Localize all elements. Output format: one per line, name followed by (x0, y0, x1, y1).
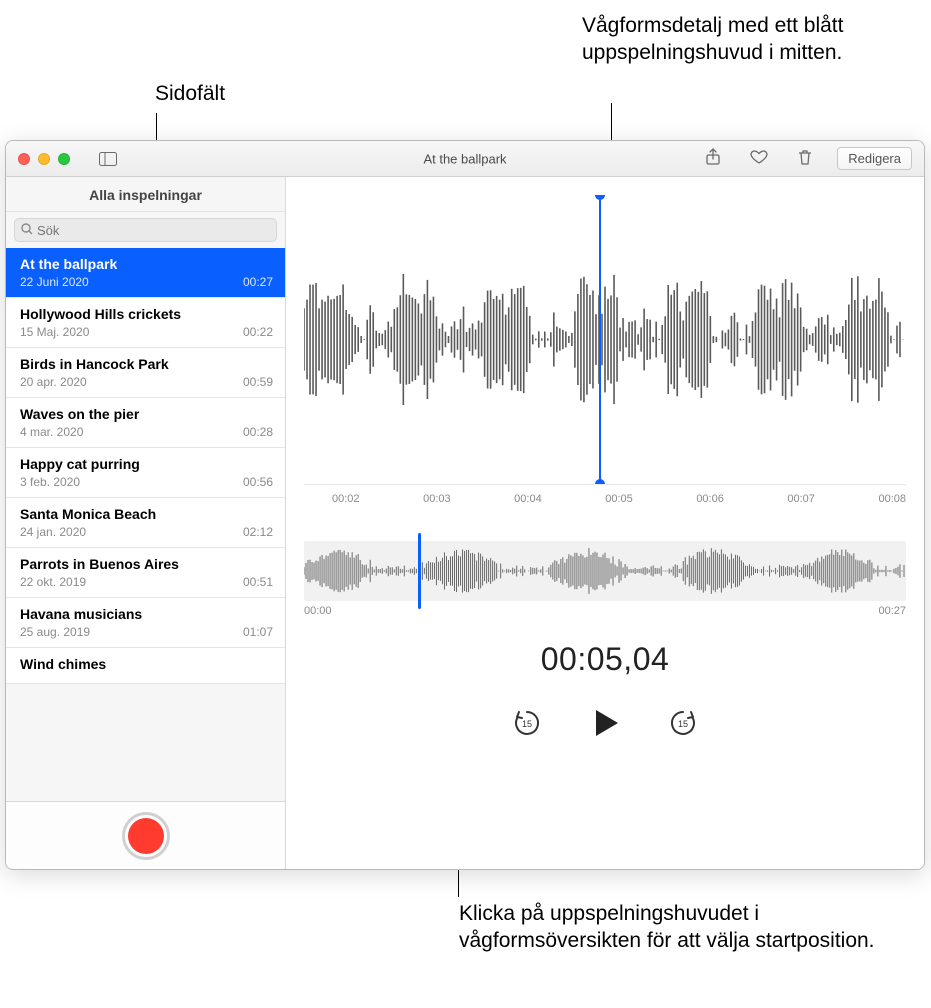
recording-date: 22 Juni 2020 (20, 275, 89, 289)
recording-date: 3 feb. 2020 (20, 475, 80, 489)
favorite-button[interactable] (745, 147, 773, 171)
trash-icon (798, 149, 812, 169)
recording-date: 20 apr. 2020 (20, 375, 87, 389)
play-icon (588, 727, 622, 743)
recording-title: Wind chimes (20, 656, 273, 672)
recording-row[interactable]: Waves on the pier 4 mar. 2020 00:28 (6, 398, 285, 448)
ruler-tick: 00:07 (787, 493, 815, 505)
recording-title: Hollywood Hills crickets (20, 306, 273, 322)
recordings-list: At the ballpark 22 Juni 2020 00:27 Hollywoo… (6, 248, 285, 801)
recording-row[interactable]: Happy cat purring 3 feb. 2020 00:56 (6, 448, 285, 498)
callout-waveform-detail: Vågformsdetalj med ett blått uppspelning… (582, 12, 922, 67)
waveform-overview[interactable] (304, 541, 906, 601)
sidebar-header: Alla inspelningar (6, 177, 285, 212)
time-ruler: 00:02 00:03 00:04 00:05 00:06 00:07 00:08 (304, 485, 906, 505)
record-bar (6, 801, 285, 869)
search-field[interactable] (14, 218, 277, 242)
overview-end-label: 00:27 (878, 605, 906, 617)
callout-overview-hint: Klicka på uppspelningshuvudet i vågforms… (459, 900, 879, 955)
main-panel: 00:02 00:03 00:04 00:05 00:06 00:07 00:08 00:0… (286, 177, 924, 869)
share-icon (705, 148, 721, 169)
recording-duration: 00:51 (243, 575, 273, 589)
edit-button[interactable]: Redigera (837, 147, 912, 170)
recording-date: 24 jan. 2020 (20, 525, 86, 539)
waveform-detail[interactable]: 00:02 00:03 00:04 00:05 00:06 00:07 00:08 (286, 177, 924, 517)
sidebar: Alla inspelningar At the ballpark 22 Juni… (6, 177, 286, 869)
ruler-tick: 00:02 (332, 493, 360, 505)
recording-duration: 00:28 (243, 425, 273, 439)
recording-duration: 01:07 (243, 625, 273, 639)
recording-row[interactable]: Parrots in Buenos Aires 22 okt. 2019 00:51 (6, 548, 285, 598)
play-button[interactable] (588, 706, 622, 743)
svg-text:15: 15 (522, 719, 532, 729)
recording-title: Waves on the pier (20, 406, 273, 422)
recording-title: Havana musicians (20, 606, 273, 622)
recording-duration: 00:59 (243, 375, 273, 389)
recording-row[interactable]: Hollywood Hills crickets 15 Maj. 2020 00:2… (6, 298, 285, 348)
recording-row[interactable]: Havana musicians 25 aug. 2019 01:07 (6, 598, 285, 648)
recording-row[interactable]: Birds in Hancock Park 20 apr. 2020 00:59 (6, 348, 285, 398)
detail-playhead[interactable] (599, 195, 601, 484)
record-icon (128, 818, 164, 854)
overview-playhead[interactable] (418, 533, 421, 609)
share-button[interactable] (699, 147, 727, 171)
recording-duration: 00:56 (243, 475, 273, 489)
recording-title: At the ballpark (20, 256, 273, 272)
ruler-tick: 00:03 (423, 493, 451, 505)
close-window-button[interactable] (18, 153, 30, 165)
recording-date: 22 okt. 2019 (20, 575, 86, 589)
svg-text:15: 15 (678, 719, 688, 729)
zoom-window-button[interactable] (58, 153, 70, 165)
recording-row[interactable]: Santa Monica Beach 24 jan. 2020 02:12 (6, 498, 285, 548)
overview-time-labels: 00:00 00:27 (304, 605, 906, 617)
ruler-tick: 00:06 (696, 493, 724, 505)
titlebar: At the ballpark Redigera (6, 141, 924, 177)
recording-duration: 00:22 (243, 325, 273, 339)
delete-button[interactable] (791, 147, 819, 171)
callout-sidebar: Sidofält (155, 80, 225, 107)
recording-row[interactable]: At the ballpark 22 Juni 2020 00:27 (6, 248, 285, 298)
recording-title: Birds in Hancock Park (20, 356, 273, 372)
recording-date: 4 mar. 2020 (20, 425, 83, 439)
ruler-tick: 00:05 (605, 493, 633, 505)
app-window: At the ballpark Redigera Alla in (5, 140, 925, 870)
skip-forward-icon: 15 (668, 725, 698, 741)
minimize-window-button[interactable] (38, 153, 50, 165)
recording-date: 25 aug. 2019 (20, 625, 90, 639)
search-input[interactable] (37, 223, 270, 238)
recording-title: Santa Monica Beach (20, 506, 273, 522)
record-button[interactable] (122, 812, 170, 860)
current-time: 00:05,04 (286, 641, 924, 678)
ruler-tick: 00:04 (514, 493, 542, 505)
window-controls (6, 153, 70, 165)
window-title: At the ballpark (423, 151, 506, 166)
toggle-sidebar-button[interactable] (94, 147, 122, 171)
recording-title: Parrots in Buenos Aires (20, 556, 273, 572)
recording-date: 15 Maj. 2020 (20, 325, 89, 339)
skip-back-15-button[interactable]: 15 (512, 708, 542, 741)
recording-title: Happy cat purring (20, 456, 273, 472)
skip-forward-15-button[interactable]: 15 (668, 708, 698, 741)
overview-start-label: 00:00 (304, 605, 332, 617)
skip-back-icon: 15 (512, 725, 542, 741)
recording-duration: 00:27 (243, 275, 273, 289)
ruler-tick: 00:08 (878, 493, 906, 505)
recording-row[interactable]: Wind chimes (6, 648, 285, 684)
recording-duration: 02:12 (243, 525, 273, 539)
search-icon (21, 223, 33, 238)
heart-icon (750, 149, 768, 168)
playback-controls: 15 15 (286, 706, 924, 743)
